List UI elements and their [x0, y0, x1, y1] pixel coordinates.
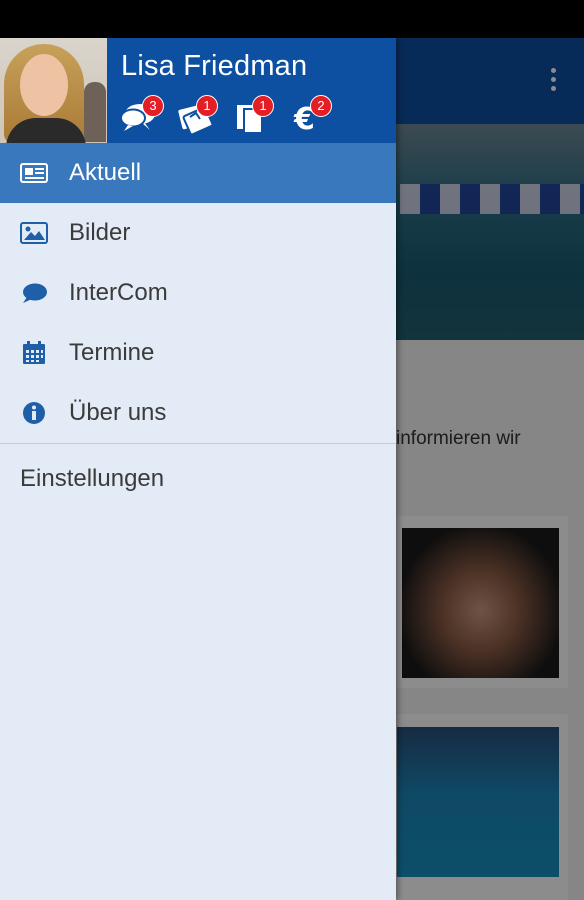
menu-label: Bilder [69, 219, 131, 246]
notification-counters: 3 1 1 € 2 [118, 95, 388, 137]
documents-counter[interactable]: 1 [234, 95, 278, 137]
menu-item-bilder[interactable]: Bilder [0, 203, 396, 263]
menu-item-aktuell[interactable]: Aktuell [0, 143, 396, 203]
settings-label: Einstellungen [20, 465, 165, 492]
messages-counter[interactable]: 3 [120, 95, 164, 137]
user-name: Lisa Friedman [121, 50, 308, 82]
messages-badge: 3 [142, 95, 164, 117]
image-icon [20, 222, 48, 244]
calendar-icon [23, 341, 45, 364]
menu-item-termine[interactable]: Termine [0, 323, 396, 383]
menu-item-einstellungen[interactable]: Einstellungen [0, 444, 396, 514]
status-bar [0, 0, 584, 38]
navigation-drawer: Lisa Friedman 3 1 1 € 2 Aktuell Bilder I… [0, 38, 396, 900]
chat-bubble-icon [23, 283, 47, 303]
menu-label: Aktuell [69, 159, 142, 186]
menu-label: InterCom [69, 279, 168, 306]
tickets-badge: 1 [196, 95, 218, 117]
avatar[interactable] [0, 38, 107, 143]
menu-item-intercom[interactable]: InterCom [0, 263, 396, 323]
payments-counter[interactable]: € 2 [292, 95, 336, 137]
payments-badge: 2 [310, 95, 332, 117]
menu-label: Termine [69, 339, 155, 366]
drawer-header: Lisa Friedman 3 1 1 € 2 [0, 38, 396, 143]
drawer-menu: Aktuell Bilder InterCom Termine Über uns… [0, 143, 396, 514]
menu-label: Über uns [69, 399, 167, 426]
menu-item-ueber-uns[interactable]: Über uns [0, 383, 396, 443]
documents-badge: 1 [252, 95, 274, 117]
newspaper-icon [20, 163, 48, 183]
info-icon [23, 402, 45, 424]
tickets-counter[interactable]: 1 [176, 95, 220, 137]
